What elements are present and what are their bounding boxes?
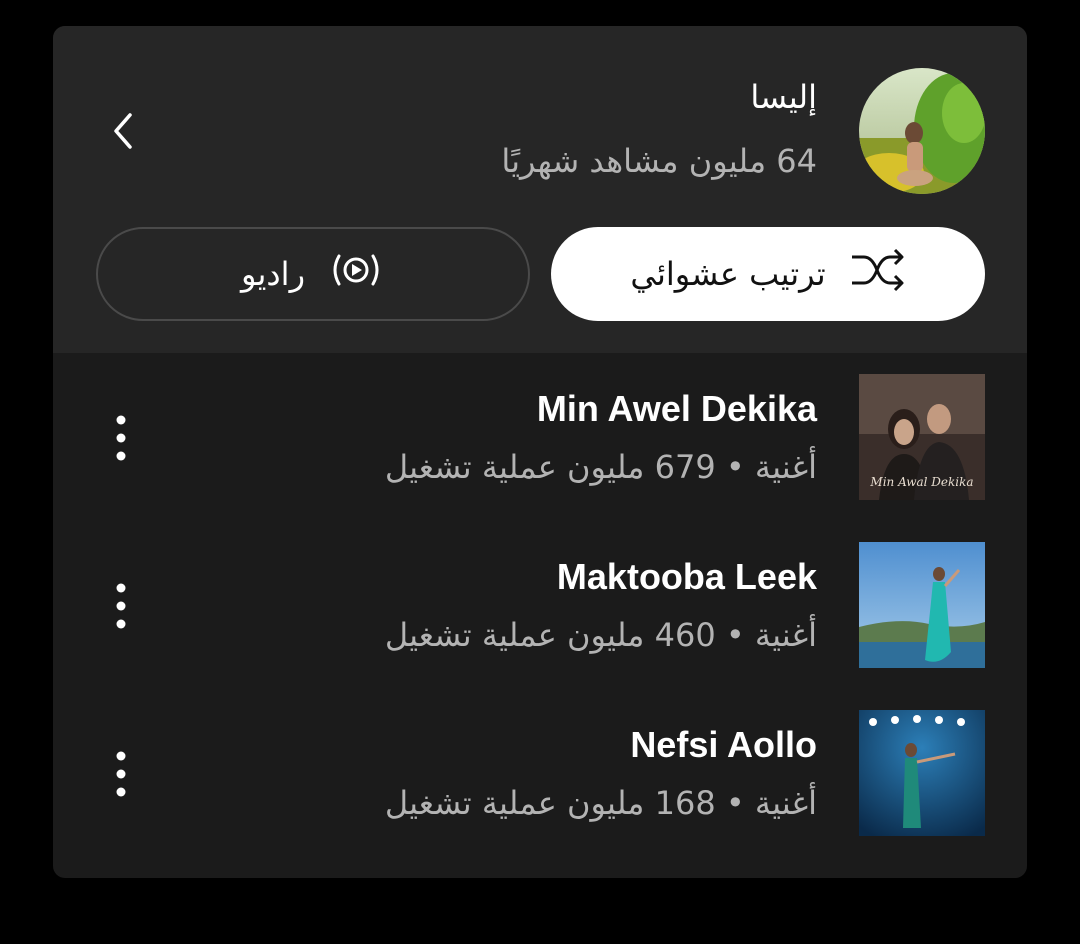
svg-text:Min Awal Dekika: Min Awal Dekika	[869, 475, 973, 489]
radio-icon	[327, 250, 385, 298]
song-row[interactable]: Min Awel Dekika أغنية • 679 مليون عملية …	[53, 374, 1027, 500]
monthly-listeners: 64 مليون مشاهد شهريًا	[501, 142, 817, 180]
song-meta: أغنية • 460 مليون عملية تشغيل	[384, 616, 817, 654]
song-meta: أغنية • 679 مليون عملية تشغيل	[384, 448, 817, 486]
song-title: Maktooba Leek	[556, 556, 817, 597]
more-vertical-icon	[116, 751, 126, 797]
back-button[interactable]	[103, 106, 143, 156]
chevron-left-icon	[114, 113, 132, 149]
song-artwork	[859, 542, 985, 668]
more-vertical-icon	[116, 583, 126, 629]
artist-name: إليسا	[750, 78, 817, 116]
artist-avatar[interactable]	[859, 68, 985, 194]
more-vertical-icon	[116, 415, 126, 461]
song-artwork: Min Awal Dekika	[859, 374, 985, 500]
shuffle-label: ترتيب عشوائي	[630, 255, 826, 293]
artist-header: إليسا 64 مليون مشاهد شهريًا راديو ترتيب …	[53, 26, 1027, 353]
radio-button[interactable]: راديو	[96, 227, 530, 321]
more-options-button[interactable]	[103, 408, 139, 468]
song-artwork	[859, 710, 985, 836]
shuffle-button[interactable]: ترتيب عشوائي	[551, 227, 985, 321]
shuffle-icon	[848, 245, 906, 303]
radio-label: راديو	[240, 255, 306, 293]
more-options-button[interactable]	[103, 576, 139, 636]
song-row[interactable]: Nefsi Aollo أغنية • 168 مليون عملية تشغي…	[53, 710, 1027, 836]
song-title: Nefsi Aollo	[630, 724, 817, 765]
more-options-button[interactable]	[103, 744, 139, 804]
artist-panel: إليسا 64 مليون مشاهد شهريًا راديو ترتيب …	[53, 26, 1027, 878]
song-row[interactable]: Maktooba Leek أغنية • 460 مليون عملية تش…	[53, 542, 1027, 668]
song-title: Min Awel Dekika	[536, 388, 817, 429]
song-meta: أغنية • 168 مليون عملية تشغيل	[384, 784, 817, 822]
